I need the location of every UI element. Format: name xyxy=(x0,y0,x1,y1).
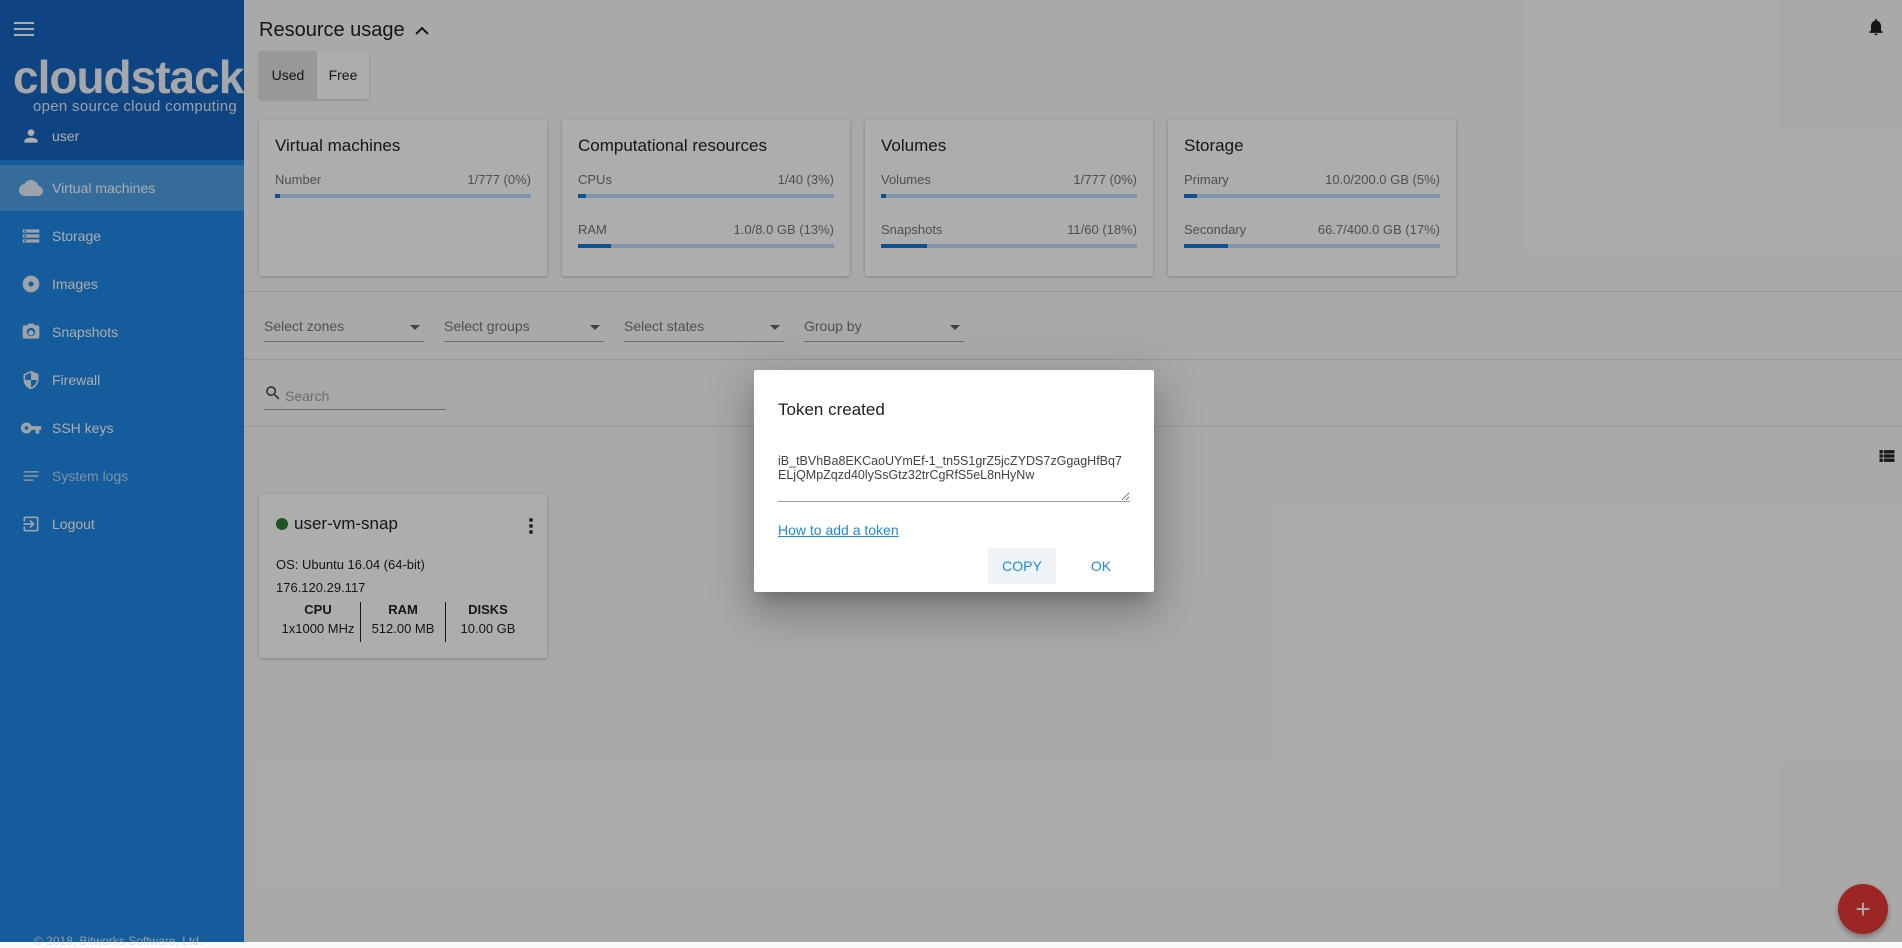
token-created-dialog: Token created iB_tBVhBa8EKCaoUYmEf-1_tn5… xyxy=(754,370,1154,592)
copy-button[interactable]: COPY xyxy=(988,548,1056,584)
how-to-add-token-link[interactable]: How to add a token xyxy=(778,522,899,538)
token-textarea[interactable]: iB_tBVhBa8EKCaoUYmEf-1_tn5S1grZ5jcZYDS7z… xyxy=(778,454,1130,502)
dialog-title: Token created xyxy=(778,400,885,419)
ok-button[interactable]: OK xyxy=(1068,548,1134,584)
